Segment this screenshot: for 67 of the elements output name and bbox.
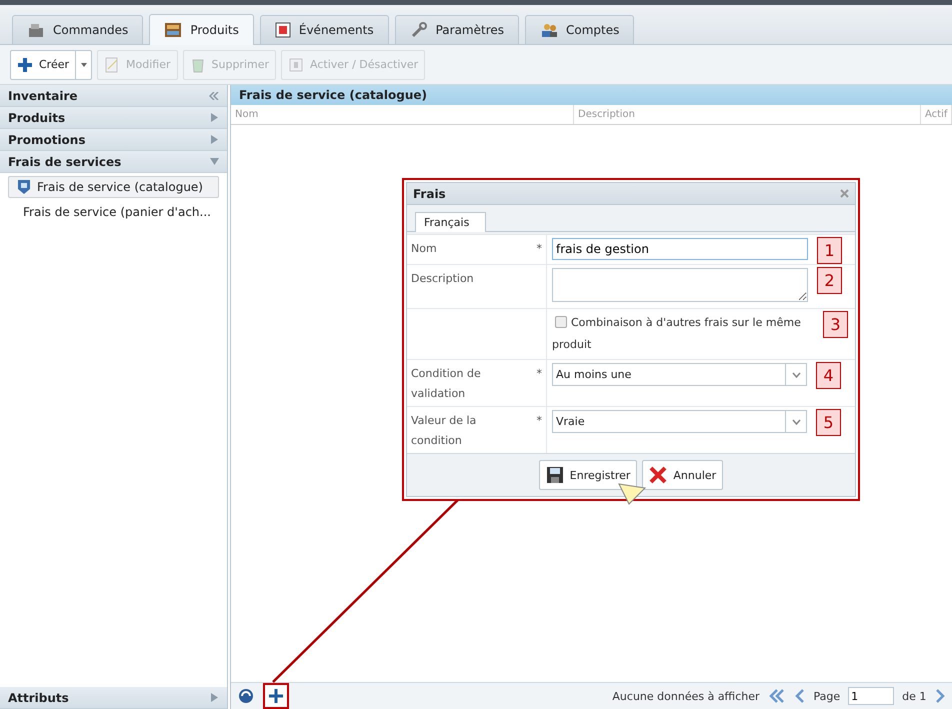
save-button[interactable]: Enregistrer bbox=[538, 460, 638, 490]
tab[interactable]: Produits bbox=[149, 14, 254, 45]
field-label: Condition de validation bbox=[411, 366, 482, 402]
checkbox[interactable] bbox=[555, 316, 567, 328]
grid-title: Frais de service (catalogue) bbox=[231, 85, 952, 105]
close-icon[interactable] bbox=[840, 189, 849, 198]
plus-icon bbox=[17, 56, 33, 72]
expand-icon[interactable] bbox=[210, 693, 219, 702]
panel-header[interactable]: Inventaire bbox=[0, 85, 227, 107]
add-button[interactable] bbox=[263, 683, 289, 709]
annotation-number: 2 bbox=[817, 267, 842, 294]
plus-icon bbox=[269, 689, 283, 703]
required-marker: * bbox=[536, 241, 542, 257]
wrench-icon bbox=[410, 22, 428, 38]
toolbar-button[interactable]: Créer bbox=[10, 50, 92, 80]
language-tab[interactable]: Français bbox=[415, 212, 486, 232]
panel-header[interactable]: Produits bbox=[0, 107, 227, 129]
shelf-icon bbox=[164, 22, 182, 38]
chevron-down-icon bbox=[792, 418, 800, 424]
chevron-down-icon bbox=[792, 372, 800, 378]
annotation-number: 3 bbox=[823, 311, 848, 338]
required-marker: * bbox=[536, 413, 542, 429]
page-label: Page bbox=[814, 690, 840, 702]
toggle-icon bbox=[288, 56, 304, 72]
panel-header[interactable]: Frais de services bbox=[0, 151, 227, 173]
sidebar-item[interactable]: Frais de service (catalogue) bbox=[8, 176, 219, 198]
users-icon bbox=[540, 22, 558, 38]
refresh-icon[interactable] bbox=[237, 687, 255, 705]
panel-header[interactable]: Promotions bbox=[0, 129, 227, 151]
collapse-icon[interactable] bbox=[210, 157, 219, 166]
field-label: Description bbox=[411, 271, 474, 287]
checkbox-option[interactable]: Combinaison à d'autres frais sur le même produit bbox=[552, 312, 814, 356]
collapse-left-icon[interactable] bbox=[209, 92, 219, 100]
dropdown-field[interactable]: Au moins une bbox=[552, 363, 807, 386]
cross-icon bbox=[649, 466, 668, 484]
required-marker: * bbox=[536, 366, 542, 382]
tab[interactable]: Événements bbox=[260, 15, 389, 44]
page-count: de 1 bbox=[902, 690, 926, 702]
first-page-icon[interactable] bbox=[768, 689, 786, 703]
expand-icon[interactable] bbox=[210, 135, 219, 144]
trash-icon bbox=[190, 56, 206, 72]
field-label: Nom bbox=[411, 241, 437, 257]
tab[interactable]: Commandes bbox=[12, 15, 144, 44]
description-field[interactable] bbox=[552, 268, 808, 302]
annotation-number: 5 bbox=[816, 409, 841, 436]
next-page-icon[interactable] bbox=[934, 689, 946, 703]
annotation-number: 4 bbox=[816, 362, 841, 389]
shield-icon bbox=[17, 179, 31, 195]
pager-status: Aucune données à afficher bbox=[612, 690, 760, 702]
tab[interactable]: Paramètres bbox=[394, 15, 519, 44]
annotation-number: 1 bbox=[817, 237, 842, 264]
field-label: Valeur de la condition bbox=[411, 413, 478, 449]
dropdown-field[interactable]: Vraie bbox=[552, 410, 807, 433]
name-field[interactable]: frais de gestion bbox=[552, 238, 808, 260]
expand-icon[interactable] bbox=[210, 113, 219, 122]
caret-icon[interactable] bbox=[80, 62, 87, 66]
notepad-icon bbox=[104, 56, 120, 72]
page-field[interactable]: 1 bbox=[848, 687, 894, 705]
panel-header[interactable]: Attributs bbox=[0, 687, 227, 709]
tab[interactable]: Comptes bbox=[525, 15, 634, 44]
previous-page-icon[interactable] bbox=[794, 689, 806, 703]
register-icon bbox=[27, 22, 45, 38]
calendar-icon bbox=[274, 22, 291, 38]
sidebar-item[interactable]: Frais de service (panier d'ach... bbox=[8, 201, 219, 223]
pointer-icon bbox=[617, 482, 647, 506]
cancel-button[interactable]: Annuler bbox=[642, 460, 724, 490]
dialog-title: Frais bbox=[413, 186, 446, 200]
